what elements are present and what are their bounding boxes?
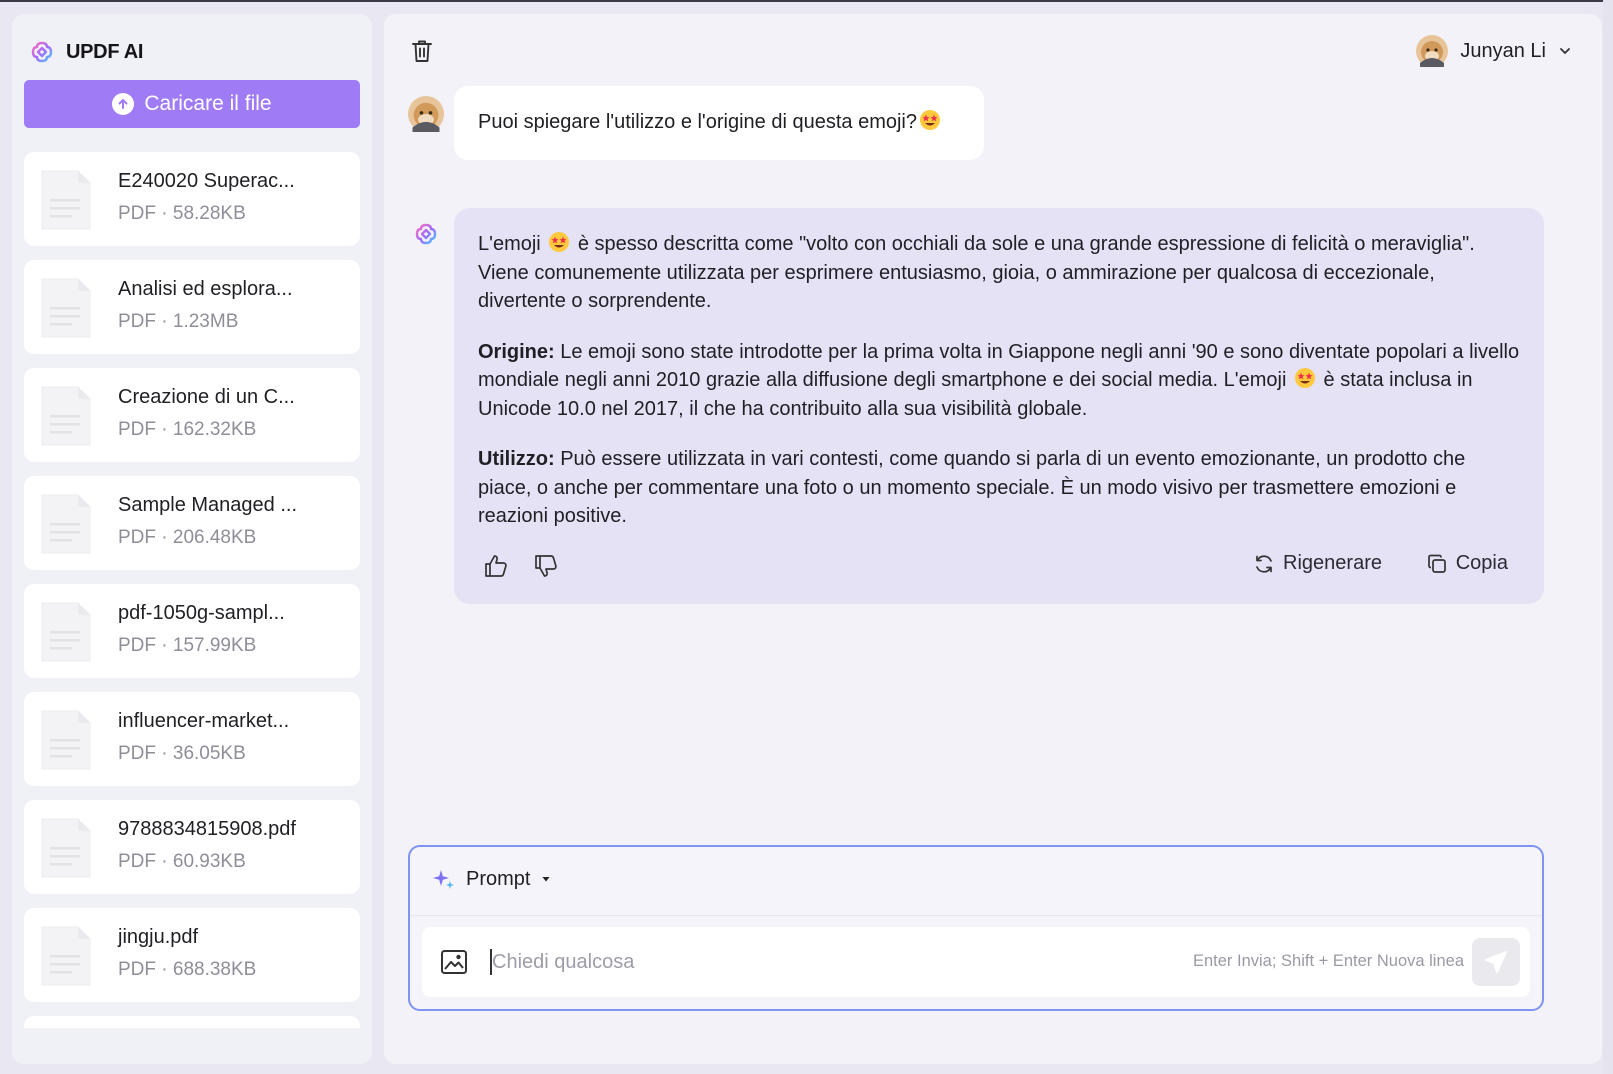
file-item[interactable]: 9788834815908.pdf PDF · 60.93KB xyxy=(24,800,360,894)
file-item[interactable]: pdf-1050g-sampl... PDF · 157.99KB xyxy=(24,584,360,678)
user-message: Puoi spiegare l'utilizzo e l'origine di … xyxy=(454,86,984,160)
window-top-border xyxy=(0,0,1613,2)
keyboard-hint: Enter Invia; Shift + Enter Nuova linea xyxy=(1192,952,1464,970)
send-button[interactable] xyxy=(1472,938,1520,986)
pdf-file-icon xyxy=(41,602,91,662)
pdf-file-icon xyxy=(41,278,91,338)
trash-icon[interactable] xyxy=(410,38,434,64)
window-edge xyxy=(1603,0,1613,1074)
sidebar: UPDF AI Caricare il file E240020 Superac… xyxy=(12,14,372,1064)
file-meta: PDF · 157.99KB xyxy=(118,635,257,656)
star-struck-emoji xyxy=(920,110,940,130)
chat-input[interactable] xyxy=(492,943,1092,981)
file-name: Analisi ed esplora... xyxy=(118,278,293,300)
chat-input-box: Prompt Enter Invia; Shift + Enter Nuova … xyxy=(408,845,1544,1011)
file-item[interactable]: Analisi ed esplora... PDF · 1.23MB xyxy=(24,260,360,354)
image-icon[interactable] xyxy=(440,949,468,975)
file-name: Sample Managed ... xyxy=(118,494,297,516)
caret-down-icon xyxy=(542,877,550,882)
answer-paragraph: Origine: Le emoji sono state introdotte … xyxy=(478,338,1520,424)
pdf-file-icon xyxy=(41,710,91,770)
upload-icon xyxy=(112,93,135,115)
upload-file-label: Caricare il file xyxy=(144,92,272,115)
user-name: Junyan Li xyxy=(1460,39,1546,62)
chevron-down-icon xyxy=(1560,48,1570,55)
user-menu[interactable]: Junyan Li xyxy=(1416,34,1572,68)
pdf-file-icon xyxy=(41,494,91,554)
regenerate-label: Rigenerare xyxy=(1283,552,1382,574)
pdf-file-icon xyxy=(41,170,91,230)
regenerate-icon xyxy=(1256,554,1272,573)
file-name: E240020 Superac... xyxy=(118,170,295,192)
pdf-file-icon xyxy=(41,386,91,446)
answer-text: è spesso descritta come "volto con occhi… xyxy=(478,233,1475,312)
copy-icon xyxy=(1427,554,1446,573)
upload-file-button[interactable]: Caricare il file xyxy=(24,80,360,128)
input-row: Enter Invia; Shift + Enter Nuova linea xyxy=(422,927,1530,997)
file-name: 9788834815908.pdf xyxy=(118,818,296,840)
chat-panel: Junyan Li Puoi spiegare l'utilizzo e l'o… xyxy=(384,14,1602,1064)
file-meta: PDF · 206.48KB xyxy=(118,527,257,548)
answer-text: Può essere utilizzata in vari contesti, … xyxy=(478,448,1466,527)
send-icon xyxy=(1485,951,1507,973)
updf-logo-icon xyxy=(31,41,53,63)
copy-label: Copia xyxy=(1455,552,1508,574)
file-item[interactable]: Creazione di un C... PDF · 162.32KB xyxy=(24,368,360,462)
file-list: E240020 Superac... PDF · 58.28KB Analisi… xyxy=(24,152,360,1028)
file-name: jingju.pdf xyxy=(118,926,199,948)
prompt-label: Prompt xyxy=(466,867,531,890)
pdf-file-icon xyxy=(41,818,91,878)
file-name: pdf-1050g-sampl... xyxy=(118,602,285,624)
file-name: influencer-market... xyxy=(118,710,290,732)
thumbs-down-icon[interactable] xyxy=(532,552,560,580)
regenerate-button[interactable]: Rigenerare xyxy=(1253,552,1382,575)
file-item[interactable]: jingju.pdf PDF · 688.38KB xyxy=(24,908,360,1002)
file-meta: PDF · 162.32KB xyxy=(118,419,257,440)
answer-paragraph: L'emoji è spesso descritta come "volto c… xyxy=(478,230,1520,316)
file-item-partial[interactable] xyxy=(24,1016,360,1028)
file-item[interactable]: influencer-market... PDF · 36.05KB xyxy=(24,692,360,786)
file-meta: PDF · 36.05KB xyxy=(118,743,246,764)
file-meta: PDF · 60.93KB xyxy=(118,851,246,872)
answer-text: L'emoji xyxy=(478,233,541,255)
star-struck-emoji xyxy=(1294,368,1315,388)
answer-actions: Rigenerare Copia xyxy=(482,552,1508,582)
file-item[interactable]: E240020 Superac... PDF · 58.28KB xyxy=(24,152,360,246)
pdf-file-icon xyxy=(41,926,91,986)
file-item[interactable]: Sample Managed ... PDF · 206.48KB xyxy=(24,476,360,570)
answer-heading: Origine: xyxy=(478,340,555,363)
file-meta: PDF · 58.28KB xyxy=(118,203,246,224)
prompt-dropdown[interactable]: Prompt xyxy=(432,867,552,891)
divider xyxy=(410,915,1542,916)
sparkle-icon xyxy=(433,870,454,889)
file-meta: PDF · 688.38KB xyxy=(118,959,257,980)
star-struck-emoji xyxy=(549,232,570,252)
avatar xyxy=(1416,35,1449,67)
app-title: UPDF AI xyxy=(66,40,144,63)
answer-paragraph: Utilizzo: Può essere utilizzata in vari … xyxy=(478,445,1520,531)
avatar xyxy=(408,96,444,132)
brand: UPDF AI xyxy=(30,38,143,66)
thumbs-up-icon[interactable] xyxy=(482,552,510,580)
file-name: Creazione di un C... xyxy=(118,386,295,408)
answer-heading: Utilizzo: xyxy=(478,448,555,470)
updf-logo-icon xyxy=(415,223,437,245)
ai-message: L'emoji è spesso descritta come "volto c… xyxy=(454,208,1544,604)
copy-button[interactable]: Copia xyxy=(1426,552,1508,575)
user-message-text: Puoi spiegare l'utilizzo e l'origine di … xyxy=(478,111,917,133)
file-meta: PDF · 1.23MB xyxy=(118,311,239,332)
